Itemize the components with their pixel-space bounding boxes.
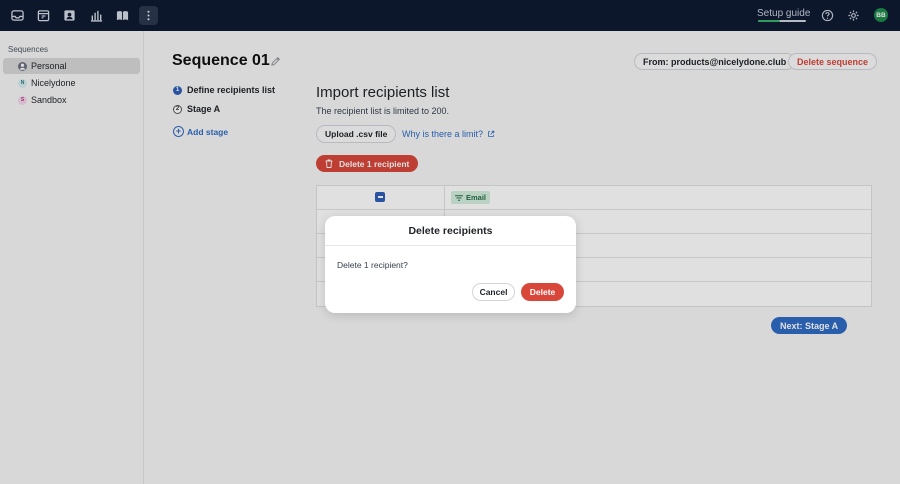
dialog-divider [325, 245, 576, 246]
dialog-message: Delete 1 recipient? [337, 260, 408, 270]
cancel-button[interactable]: Cancel [472, 283, 515, 301]
dialog-title: Delete recipients [408, 225, 493, 237]
delete-recipients-dialog: Delete recipients Delete 1 recipient? Ca… [325, 216, 576, 313]
delete-button[interactable]: Delete [521, 283, 564, 301]
